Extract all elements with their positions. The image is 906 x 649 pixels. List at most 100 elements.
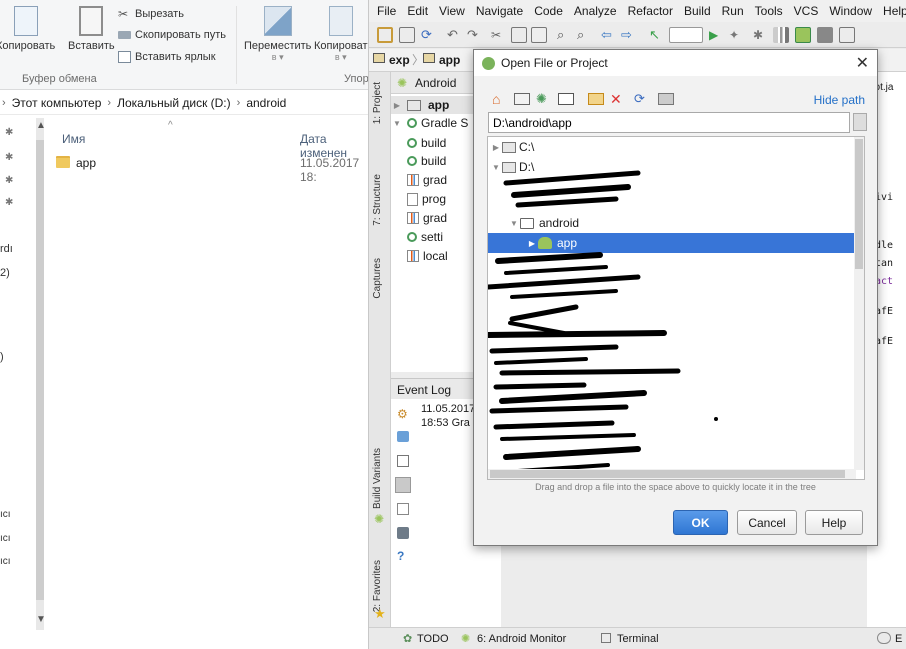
menu-analyze[interactable]: Analyze	[574, 4, 617, 18]
breadcrumb-android[interactable]: android	[246, 96, 286, 110]
collapse-icon[interactable]: ▼	[508, 219, 520, 228]
save-icon[interactable]	[399, 27, 415, 43]
breadcrumb-local-disk[interactable]: Локальный диск (D:)	[117, 96, 231, 110]
make-project-icon[interactable]: ↖	[649, 27, 665, 43]
menu-view[interactable]: View	[439, 4, 465, 18]
scrollbar-thumb[interactable]	[36, 140, 44, 600]
cut-icon[interactable]: ✂	[491, 27, 507, 43]
tree-item-build-gradle[interactable]: build	[407, 134, 446, 152]
navigation-scrollbar[interactable]: ▲ ▼	[36, 118, 46, 630]
tab-android-monitor[interactable]: 6: Android Monitor	[477, 633, 566, 645]
tab-todo[interactable]: TODO	[417, 633, 449, 645]
trash-icon[interactable]	[397, 527, 409, 539]
menu-help[interactable]: Help	[883, 4, 906, 18]
soft-wrap-icon[interactable]	[395, 477, 411, 493]
file-tree[interactable]: ▶ C:\ ▼ D:\ ▼ android ▶ app	[487, 136, 865, 480]
pin-icon[interactable]: ✱	[5, 127, 13, 138]
tree-item-app[interactable]: ▶ app	[488, 233, 855, 253]
nav-item[interactable]: ıcı	[0, 533, 11, 544]
project-view-select[interactable]: Android	[415, 76, 456, 90]
path-input[interactable]	[488, 112, 850, 133]
menu-build[interactable]: Build	[684, 4, 711, 18]
find-icon[interactable]: ⌕	[557, 27, 573, 43]
nav-item[interactable]: 2)	[0, 267, 10, 279]
copy-icon[interactable]	[511, 27, 527, 43]
copy-button[interactable]: Копировать	[0, 6, 55, 52]
tree-item-gradle-scripts[interactable]: ▼ Gradle S	[391, 114, 468, 132]
delete-icon[interactable]: ✕	[610, 91, 626, 107]
nav-item[interactable]: )	[0, 351, 4, 363]
tree-item-proguard[interactable]: prog	[407, 190, 446, 208]
menu-file[interactable]: File	[377, 4, 396, 18]
tab-terminal[interactable]: Terminal	[617, 633, 659, 645]
tree-item-build-gradle[interactable]: build	[407, 152, 446, 170]
tab-project[interactable]: 1: Project	[372, 82, 383, 124]
attach-debugger-icon[interactable]: ✱	[753, 27, 769, 43]
menu-tools[interactable]: Tools	[755, 4, 783, 18]
menu-code[interactable]: Code	[534, 4, 563, 18]
expand-icon[interactable]: ▶	[526, 239, 538, 248]
tree-item-drive-d[interactable]: ▼ D:\	[488, 157, 855, 177]
tree-item-drive-c[interactable]: ▶ C:\	[488, 137, 855, 157]
paste-button[interactable]: Вставить	[68, 6, 115, 52]
close-icon[interactable]: ✕	[856, 53, 869, 73]
help-button[interactable]: Help	[805, 510, 863, 535]
tree-item-local-properties[interactable]: local	[407, 247, 448, 265]
run-icon[interactable]: ▶	[709, 27, 725, 43]
menu-window[interactable]: Window	[829, 4, 872, 18]
copy-path-button[interactable]: Скопировать путь	[118, 29, 226, 41]
comment-icon[interactable]	[397, 431, 409, 442]
copy-to-button[interactable]: Копироват в ▾	[314, 6, 368, 63]
breadcrumb-this-pc[interactable]: Этот компьютер	[12, 96, 102, 110]
menu-run[interactable]: Run	[722, 4, 744, 18]
tree-vertical-scrollbar[interactable]	[854, 137, 864, 470]
move-to-button[interactable]: Переместить в ▾	[244, 6, 311, 63]
hide-path-link[interactable]: Hide path	[814, 93, 865, 107]
tree-item-android[interactable]: ▼ android	[488, 213, 855, 233]
show-hidden-icon[interactable]	[658, 93, 674, 105]
cut-button[interactable]: ✂ Вырезать	[118, 8, 184, 20]
sync-icon[interactable]: ⟳	[421, 27, 437, 43]
menu-edit[interactable]: Edit	[407, 4, 428, 18]
tree-item-gradle-properties[interactable]: grad	[407, 171, 447, 189]
expand-icon[interactable]: ▶	[490, 143, 502, 152]
cancel-button[interactable]: Cancel	[737, 510, 797, 535]
module-icon[interactable]	[558, 93, 574, 105]
scrollbar-thumb[interactable]	[490, 470, 845, 478]
column-name[interactable]: Имя	[62, 132, 85, 146]
forward-icon[interactable]: ⇨	[621, 27, 637, 43]
tab-event-log[interactable]: E	[895, 633, 902, 645]
expand-icon[interactable]: ▶	[391, 101, 403, 110]
menu-vcs[interactable]: VCS	[794, 4, 819, 18]
home-icon[interactable]: ⌂	[492, 91, 508, 107]
gradle-sync-icon[interactable]	[773, 27, 789, 43]
scroll-up-icon[interactable]: ▲	[36, 120, 46, 131]
ok-button[interactable]: OK	[673, 510, 728, 535]
tree-item-gradle-properties[interactable]: grad	[407, 209, 447, 227]
collapse-icon[interactable]: ▼	[490, 163, 502, 172]
replace-icon[interactable]: ⌕	[577, 27, 593, 43]
nav-item[interactable]: ıcı	[0, 509, 11, 520]
settings-wrench-icon[interactable]: ⚙	[397, 407, 408, 421]
address-bar[interactable]: › Этот компьютер › Локальный диск (D:) ›…	[0, 91, 370, 115]
help-icon[interactable]: ?	[397, 549, 404, 563]
path-history-icon[interactable]	[853, 113, 867, 131]
menu-refactor[interactable]: Refactor	[628, 4, 673, 18]
mark-read-icon[interactable]	[397, 503, 409, 515]
scroll-to-end-icon[interactable]	[397, 455, 409, 467]
debug-icon[interactable]: ✦	[729, 27, 745, 43]
new-folder-icon[interactable]	[588, 93, 604, 105]
tab-favorites[interactable]: 2: Favorites	[372, 560, 383, 612]
breadcrumb-module[interactable]: app	[439, 53, 460, 67]
run-config-select[interactable]	[669, 27, 703, 43]
paste-icon[interactable]	[531, 27, 547, 43]
menu-navigate[interactable]: Navigate	[476, 4, 523, 18]
scroll-down-icon[interactable]: ▼	[36, 614, 46, 625]
scrollbar-thumb[interactable]	[855, 139, 863, 269]
breadcrumb-project[interactable]: exp	[389, 53, 410, 67]
file-row-app[interactable]: app 11.05.2017 18:	[54, 153, 370, 184]
redo-icon[interactable]: ↷	[467, 27, 483, 43]
stop-icon[interactable]	[817, 27, 833, 43]
back-icon[interactable]: ⇦	[601, 27, 617, 43]
collapse-icon[interactable]: ▼	[391, 119, 403, 128]
